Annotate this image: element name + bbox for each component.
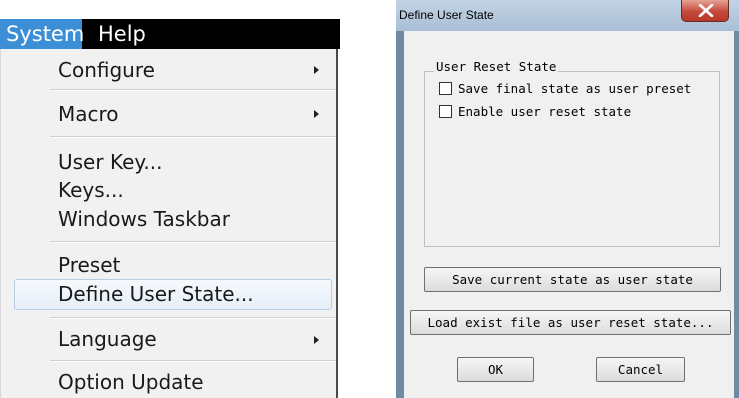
dialog-client-area: User Reset State Save final state as use… [404, 31, 734, 398]
menu-item-option-update[interactable]: Option Update [58, 367, 204, 397]
menu-item-macro[interactable]: Macro [58, 99, 119, 129]
menu-item-windows-taskbar[interactable]: Windows Taskbar [58, 204, 230, 234]
save-final-state-checkbox[interactable] [439, 82, 452, 95]
cancel-button[interactable]: Cancel [596, 357, 685, 382]
group-title: User Reset State [434, 59, 559, 74]
close-button[interactable] [681, 0, 729, 22]
menu-separator [50, 360, 336, 362]
menu-right-edge [336, 49, 338, 398]
menu-item-user-key[interactable]: User Key... [58, 147, 162, 177]
ok-button[interactable]: OK [457, 357, 534, 382]
menu-separator [50, 136, 336, 138]
dialog-title-bar[interactable]: Define User State [396, 0, 739, 31]
menu-item-keys[interactable]: Keys... [58, 175, 124, 205]
menu-separator [50, 89, 336, 91]
menu-item-preset[interactable]: Preset [58, 250, 120, 280]
submenu-arrow-icon [314, 66, 319, 74]
define-user-state-dialog: Define User State User Reset State Save … [396, 0, 739, 398]
submenu-arrow-icon [314, 336, 319, 344]
load-exist-file-button[interactable]: Load exist file as user reset state... [410, 310, 731, 335]
close-icon [698, 4, 714, 17]
menu-item-configure[interactable]: Configure [58, 55, 155, 85]
system-menu-dropdown: Configure Macro User Key... Keys... Wind… [0, 49, 338, 398]
user-reset-state-group [424, 71, 720, 247]
menu-bar: System Help [0, 19, 340, 49]
menubar-help[interactable]: Help [92, 19, 152, 49]
menu-gutter-line [0, 49, 1, 398]
menu-item-language[interactable]: Language [58, 324, 157, 354]
save-current-state-button[interactable]: Save current state as user state [424, 267, 721, 292]
submenu-arrow-icon [314, 110, 319, 118]
dialog-title: Define User State [399, 8, 494, 22]
enable-user-reset-checkbox[interactable] [439, 105, 452, 118]
menubar-system[interactable]: System [0, 19, 84, 49]
menu-item-define-user-state[interactable]: Define User State... [58, 279, 254, 309]
checkbox-label: Enable user reset state [458, 104, 632, 119]
menu-separator [50, 241, 336, 243]
checkbox-label: Save final state as user preset [458, 81, 692, 96]
menu-separator [50, 317, 336, 319]
